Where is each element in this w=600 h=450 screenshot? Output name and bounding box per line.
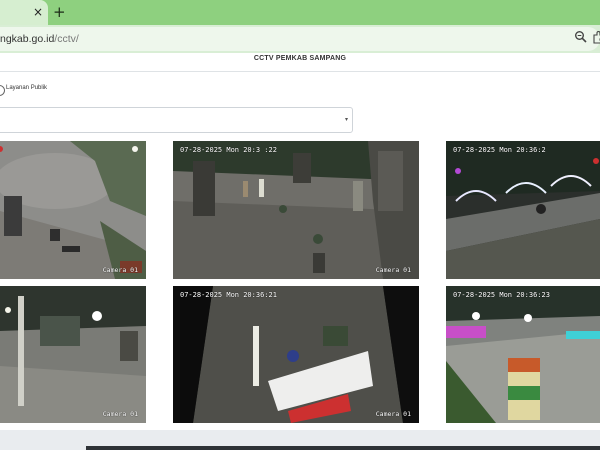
camera-image-lights	[446, 286, 600, 423]
browser-toolbar: ngkab.go.id/cctv/	[0, 25, 600, 53]
camera-image-street	[0, 286, 146, 423]
camera-feed-5[interactable]: 07-28-2025 Mon 20:36:21 Camera 01	[173, 286, 419, 423]
header-divider	[0, 71, 600, 72]
url-domain: ngkab.go.id	[0, 33, 55, 45]
new-tab-button[interactable]: +	[53, 4, 66, 20]
camera-feed-6[interactable]: 07-28-2025 Mon 20:36:23	[446, 286, 600, 423]
camera-label: Camera 01	[102, 266, 138, 274]
camera-label: Camera 01	[375, 266, 411, 274]
url-path: /cctv/	[54, 33, 79, 45]
page-header: CCTV PEMKAB SAMPANG	[0, 53, 600, 72]
address-bar[interactable]: ngkab.go.id/cctv/	[0, 27, 600, 51]
camera-feed-2[interactable]: 07-28-2025 Mon 20:3 :22 Camera 01	[173, 141, 419, 279]
page-title: CCTV PEMKAB SAMPANG	[253, 55, 347, 62]
camera-timestamp: 07-28-2025 Mon 20:3 :22	[180, 146, 277, 154]
tab-strip: × +	[0, 0, 600, 25]
camera-image-sign	[173, 286, 419, 423]
chevron-down-icon: ▾	[344, 116, 348, 123]
zoom-icon[interactable]	[574, 30, 588, 44]
camera-label: Camera 01	[375, 410, 411, 418]
radio-label: Layanan Publik	[6, 85, 48, 91]
taskbar-edge	[86, 446, 600, 450]
location-select[interactable]: ▾	[0, 107, 353, 133]
close-tab-icon[interactable]: ×	[33, 5, 43, 19]
camera-feed-4[interactable]: Camera 01	[0, 286, 146, 423]
browser-tab[interactable]: ×	[0, 0, 48, 25]
camera-feed-1[interactable]: Camera 01	[0, 141, 146, 279]
camera-timestamp: 07-28-2025 Mon 20:36:21	[180, 291, 277, 299]
camera-timestamp: 07-28-2025 Mon 20:36:2	[453, 146, 546, 154]
url-text: ngkab.go.id/cctv/	[0, 33, 79, 45]
camera-image-plaza	[0, 141, 146, 279]
camera-feed-3[interactable]: 07-28-2025 Mon 20:36:2	[446, 141, 600, 279]
camera-image-road	[446, 141, 600, 279]
extension-icon[interactable]	[592, 30, 600, 44]
camera-image-park	[173, 141, 419, 279]
camera-label: Camera 01	[102, 410, 138, 418]
camera-timestamp: 07-28-2025 Mon 20:36:23	[453, 291, 550, 299]
radio-button[interactable]	[0, 85, 5, 96]
